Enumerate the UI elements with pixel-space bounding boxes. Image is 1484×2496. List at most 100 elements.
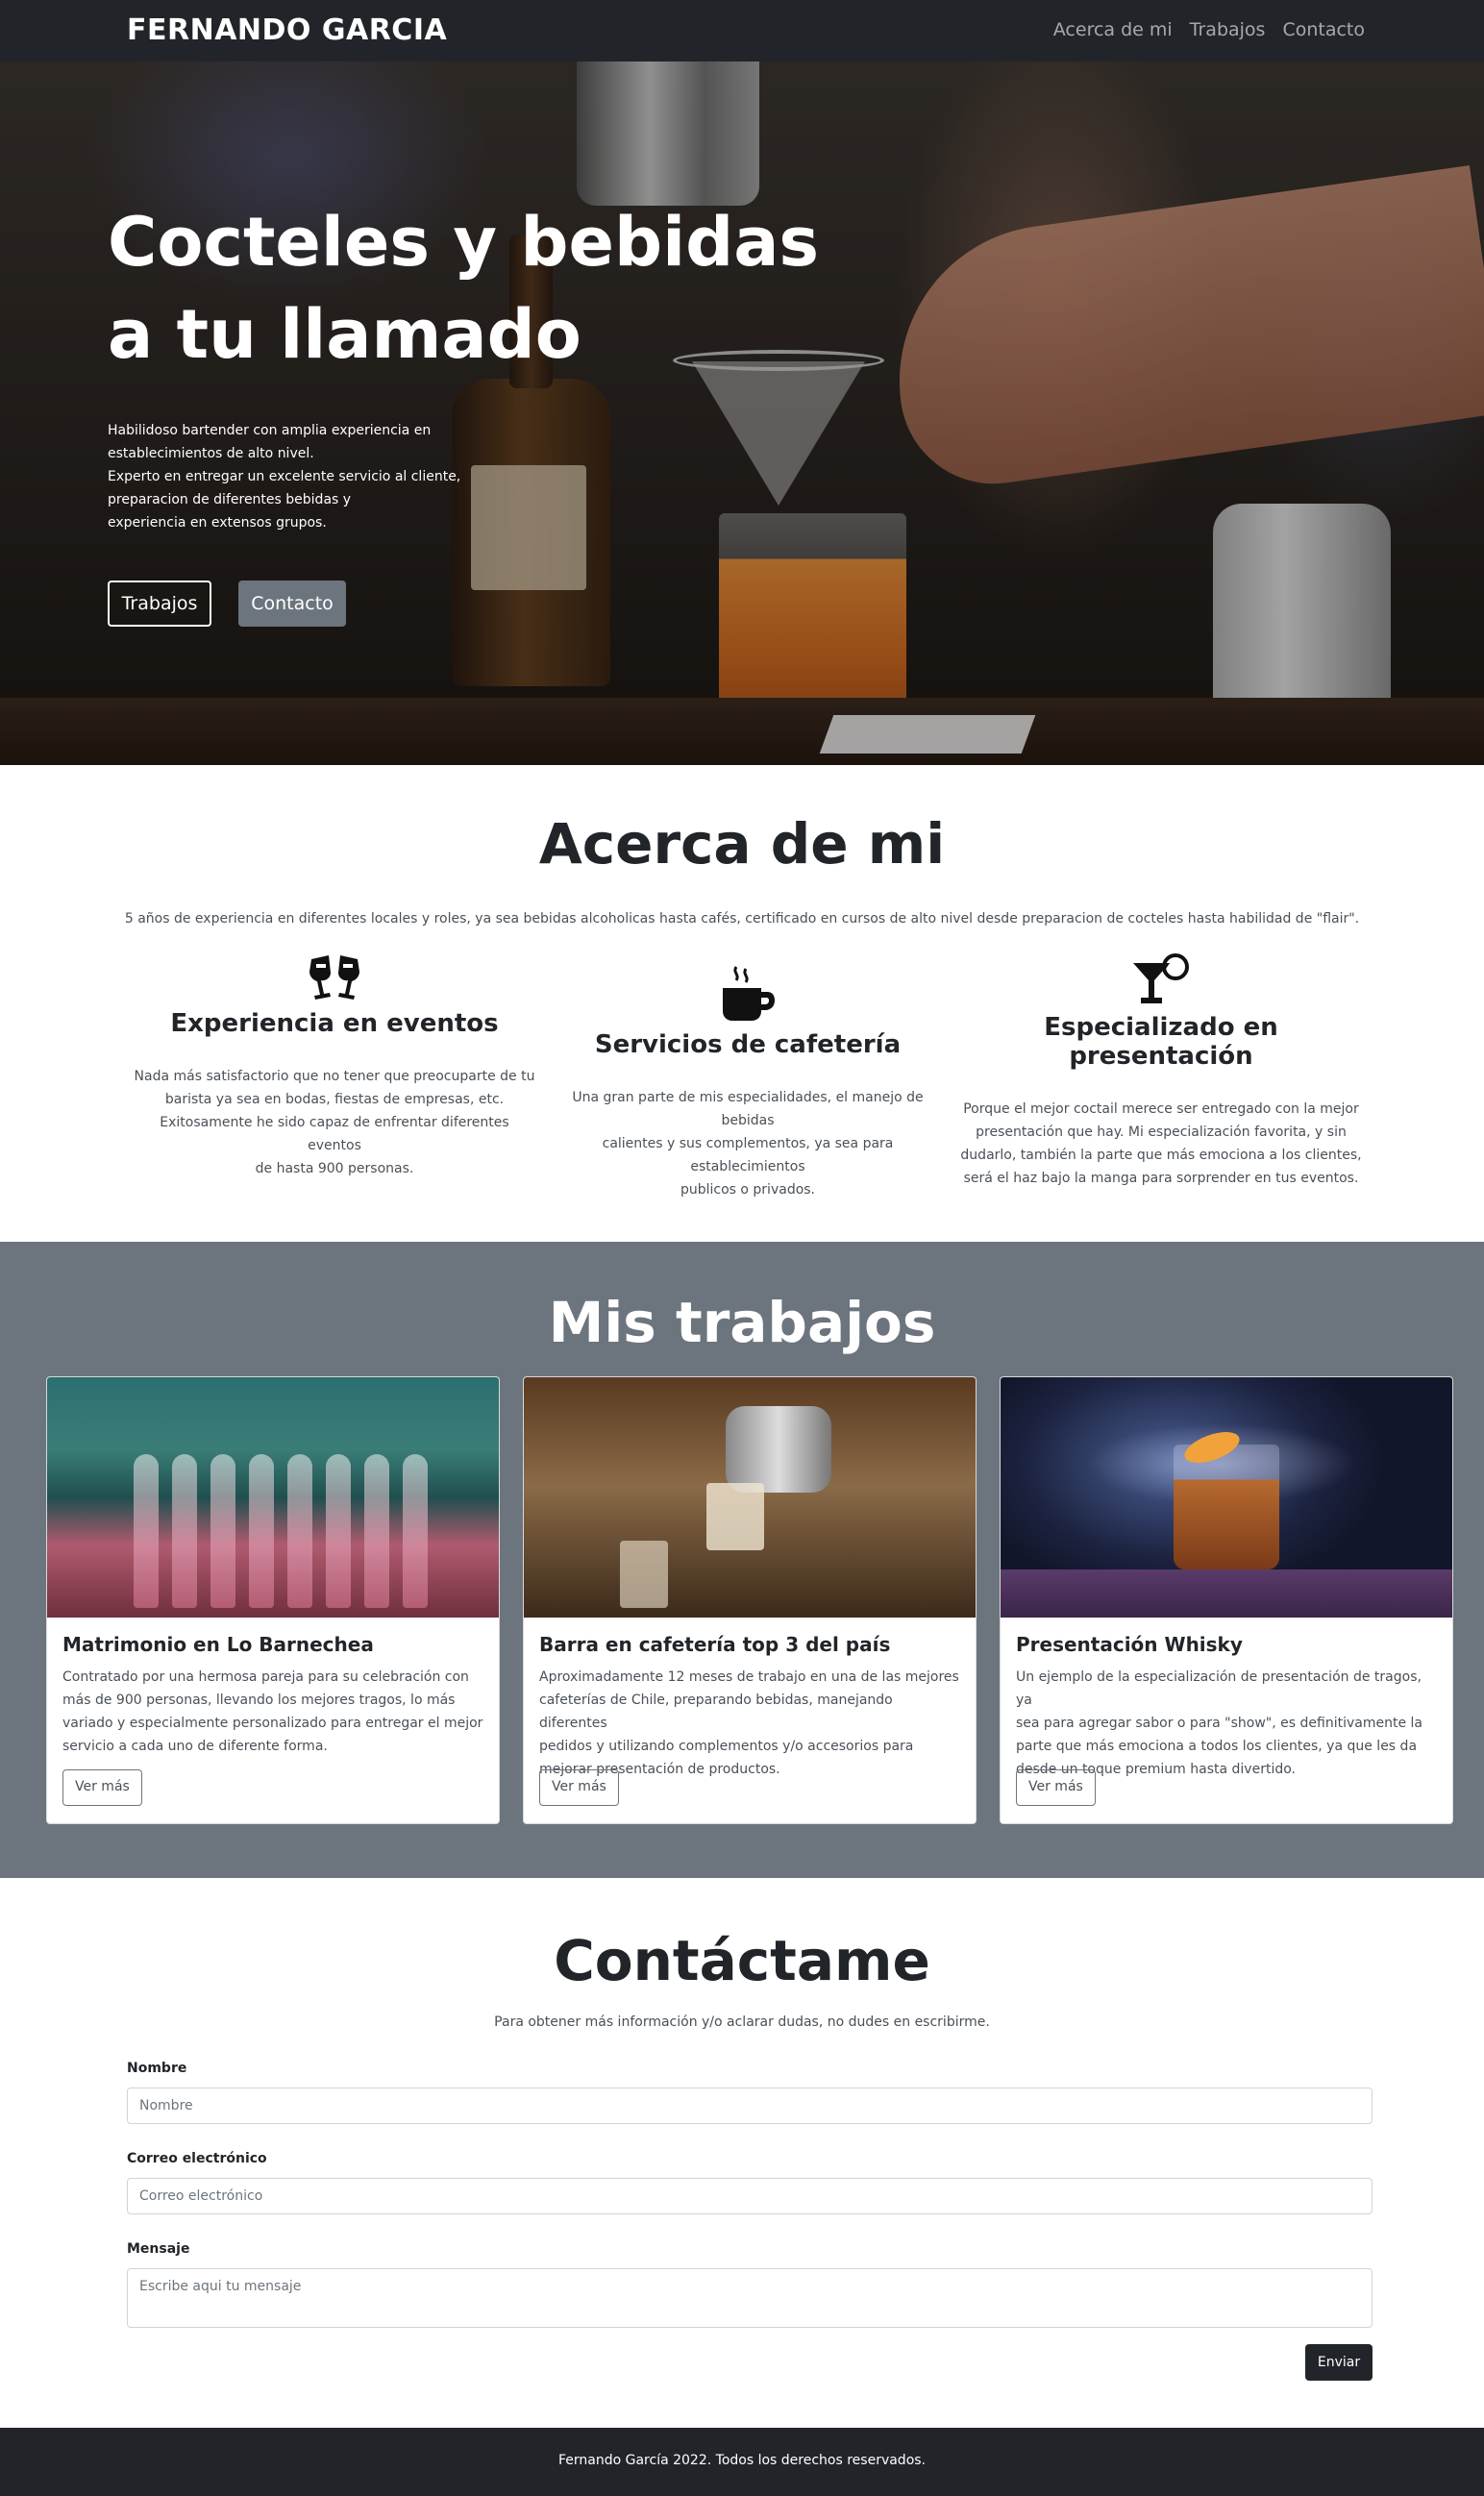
feature-presentacion: Especializado en presentación Porque el …	[959, 953, 1363, 1190]
hero-text-line: Habilidoso bartender con amplia experien…	[108, 423, 432, 438]
feature-events: Experiencia en eventos Nada más satisfac…	[133, 955, 536, 1180]
card-text-line: servicio a cada uno de diferente forma.	[62, 1739, 328, 1754]
footer-copyright: Fernando García 2022. Todos los derechos…	[557, 2453, 927, 2468]
work-card-image	[524, 1377, 976, 1618]
glass-shape	[287, 1454, 312, 1608]
whisky-glass-shape	[1174, 1445, 1279, 1569]
work-card-image	[47, 1377, 499, 1618]
card-text-line: más de 900 personas, llevando los mejore…	[62, 1693, 456, 1708]
card-text-line: variado y especialmente personalizado pa…	[62, 1716, 483, 1731]
hero-section: Cocteles y bebidas a tu llamado Habilido…	[0, 62, 1484, 765]
work-card-body: Matrimonio en Lo Barnechea Contratado po…	[62, 1633, 485, 1758]
message-label: Mensaje	[127, 2241, 190, 2257]
ver-mas-button[interactable]: Ver más	[1016, 1769, 1096, 1806]
feature-text-line: presentación que hay. Mi especialización…	[976, 1124, 1347, 1140]
card-text-line: cafeterías de Chile, preparando bebidas,…	[539, 1693, 893, 1731]
feature-events-text: Nada más satisfactorio que no tener que …	[133, 1065, 536, 1180]
ver-mas-button[interactable]: Ver más	[539, 1769, 619, 1806]
cup-shape	[706, 1483, 764, 1550]
contact-title: Contáctame	[554, 1928, 930, 1993]
glass-shape	[403, 1454, 428, 1608]
feature-events-title: Experiencia en eventos	[170, 1009, 499, 1038]
contact-section: Contáctame Para obtener más información …	[0, 1878, 1484, 2428]
hero-shade	[0, 62, 1484, 765]
footer: Fernando García 2022. Todos los derechos…	[0, 2428, 1484, 2496]
glass-shape	[134, 1454, 159, 1608]
work-card-text: Un ejemplo de la especialización de pres…	[1016, 1666, 1439, 1781]
about-lead: 5 años de experiencia en diferentes loca…	[124, 911, 1360, 927]
feature-text-line: será el haz bajo la manga para sorprende…	[963, 1171, 1359, 1186]
feature-text-line: barista ya sea en bodas, fiestas de empr…	[164, 1092, 505, 1107]
contact-lead: Para obtener más información y/o aclarar…	[494, 2014, 990, 2030]
work-card-title: Matrimonio en Lo Barnechea	[62, 1633, 374, 1656]
nav-link-acerca[interactable]: Acerca de mi	[1053, 19, 1173, 40]
feature-cafeteria-title: Servicios de cafetería	[594, 1030, 902, 1059]
work-card-image	[1001, 1377, 1452, 1618]
hero-title-line: a tu llamado	[108, 295, 581, 374]
mug-hot-icon	[723, 966, 775, 1021]
glass-shape	[249, 1454, 274, 1608]
work-card-title: Barra en cafetería top 3 del país	[539, 1633, 891, 1656]
feature-text-line: Una gran parte de mis especialidades, el…	[572, 1090, 924, 1128]
card-text-line: sea para agregar sabor o para "show", es…	[1016, 1716, 1422, 1731]
cup-shape	[620, 1541, 668, 1608]
nav-links: Acerca de mi Trabajos Contacto	[1053, 19, 1365, 40]
book-shape	[1001, 1569, 1452, 1618]
work-card-matrimonio: Matrimonio en Lo Barnechea Contratado po…	[46, 1376, 500, 1824]
works-section: Mis trabajos Matrimonio en Lo Barnechea …	[0, 1242, 1484, 1878]
about-section: Acerca de mi 5 años de experiencia en di…	[0, 765, 1484, 1242]
pitcher-shape	[726, 1406, 831, 1493]
feature-presentacion-text: Porque el mejor coctail merece ser entre…	[959, 1098, 1363, 1190]
about-title: Acerca de mi	[538, 811, 946, 877]
works-title: Mis trabajos	[548, 1290, 936, 1355]
feature-text-line: Nada más satisfactorio que no tener que …	[134, 1069, 535, 1084]
feature-text-line: de hasta 900 personas.	[255, 1161, 414, 1176]
hero-trabajos-button[interactable]: Trabajos	[108, 581, 211, 627]
glass-shape	[326, 1454, 351, 1608]
send-button[interactable]: Enviar	[1305, 2344, 1373, 2381]
feature-text-line: Porque el mejor coctail merece ser entre…	[963, 1101, 1359, 1117]
work-card-body: Barra en cafetería top 3 del país Aproxi…	[539, 1633, 962, 1781]
nav-link-contacto[interactable]: Contacto	[1282, 19, 1365, 40]
ver-mas-button[interactable]: Ver más	[62, 1769, 142, 1806]
work-card-whisky: Presentación Whisky Un ejemplo de la esp…	[1000, 1376, 1453, 1824]
work-card-text: Aproximadamente 12 meses de trabajo en u…	[539, 1666, 962, 1781]
brand-logo[interactable]: FERNANDO GARCIA	[127, 13, 447, 47]
navbar: FERNANDO GARCIA Acerca de mi Trabajos Co…	[0, 0, 1484, 62]
work-card-text: Contratado por una hermosa pareja para s…	[62, 1666, 485, 1758]
card-text-line: pedidos y utilizando complementos y/o ac…	[539, 1739, 914, 1754]
feature-cafeteria: Servicios de cafetería Una gran parte de…	[546, 965, 950, 1201]
name-label: Nombre	[127, 2061, 187, 2076]
card-text-line: parte que más emociona a todos los clien…	[1016, 1739, 1418, 1754]
glass-cheers-icon	[309, 955, 359, 1000]
cocktail-icon	[1133, 953, 1189, 1003]
work-card-body: Presentación Whisky Un ejemplo de la esp…	[1016, 1633, 1439, 1781]
feature-text-line: Exitosamente he sido capaz de enfrentar …	[160, 1115, 509, 1153]
hero-text-line: preparacion de diferentes bebidas y	[108, 492, 352, 507]
feature-cafeteria-text: Una gran parte de mis especialidades, el…	[546, 1086, 950, 1201]
hero-text-line: Experto en entregar un excelente servici…	[108, 469, 461, 484]
hero-title-line: Cocteles y bebidas	[108, 203, 820, 282]
glass-shape	[364, 1454, 389, 1608]
feature-text-line: calientes y sus complementos, ya sea par…	[602, 1136, 894, 1174]
hero-contacto-button[interactable]: Contacto	[238, 581, 346, 627]
feature-text-line: dudarlo, también la parte que más emocio…	[960, 1148, 1362, 1163]
email-label: Correo electrónico	[127, 2151, 267, 2166]
glass-shape	[210, 1454, 235, 1608]
card-text-line: Aproximadamente 12 meses de trabajo en u…	[539, 1669, 959, 1685]
hero-description: Habilidoso bartender con amplia experien…	[108, 419, 511, 534]
hero-text-line: establecimientos de alto nivel.	[108, 446, 314, 461]
hero-text-line: experiencia en extensos grupos.	[108, 515, 327, 531]
message-textarea[interactable]	[127, 2268, 1373, 2328]
work-card-cafeteria: Barra en cafetería top 3 del país Aproxi…	[523, 1376, 977, 1824]
email-input[interactable]	[127, 2178, 1373, 2214]
feature-text-line: publicos o privados.	[680, 1182, 816, 1198]
name-input[interactable]	[127, 2088, 1373, 2124]
card-text-line: Contratado por una hermosa pareja para s…	[62, 1669, 469, 1685]
hero-title: Cocteles y bebidas a tu llamado	[108, 196, 838, 381]
card-text-line: Un ejemplo de la especialización de pres…	[1016, 1669, 1422, 1708]
nav-link-trabajos[interactable]: Trabajos	[1190, 19, 1266, 40]
glass-shape	[172, 1454, 197, 1608]
work-card-title: Presentación Whisky	[1016, 1633, 1243, 1656]
feature-presentacion-title: Especializado en presentación	[1044, 1013, 1278, 1071]
